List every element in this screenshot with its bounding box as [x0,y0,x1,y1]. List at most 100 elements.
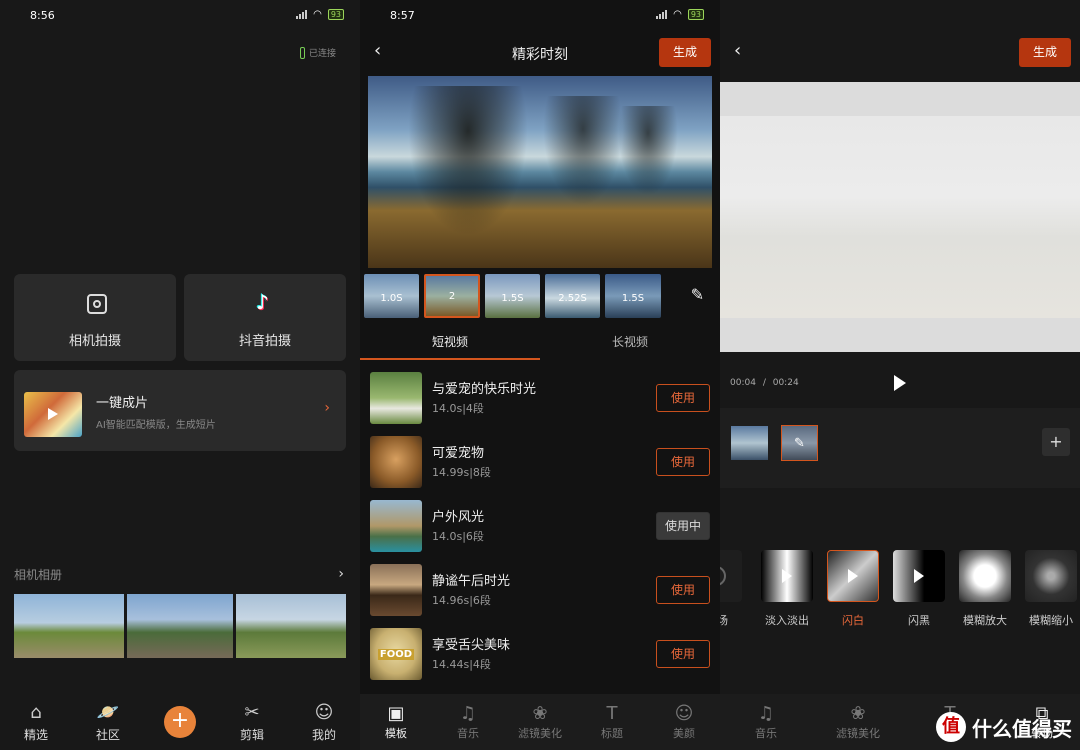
play-icon [914,569,924,583]
food-text: FOOD [377,648,415,660]
clip-thumb[interactable]: 1.0S [364,274,419,318]
nav-community[interactable]: 🪐 社区 [78,702,138,743]
bottom-nav: ⌂ 精选 🪐 社区 + ✂ 剪辑 ☺ 我的 [0,694,360,750]
transition-screen: ‹ 生成 00:04 / 00:24 ✎ + 转场 淡入淡出 闪白 闪黑 模糊放… [720,0,1080,750]
none-icon [720,566,726,586]
effect-blur-zoom-in[interactable] [959,550,1011,602]
nav-profile[interactable]: ☺ 我的 [294,702,354,743]
oneclick-thumb [24,392,82,437]
album-photo[interactable] [127,594,233,658]
effect-label: 转场 [720,614,728,627]
tab-beauty[interactable]: ☺ 美颜 [652,703,716,741]
use-button[interactable]: 使用 [656,576,710,604]
camera-shoot-card[interactable]: 相机拍摄 [14,274,176,361]
tree-silhouette [408,86,528,236]
zhi-logo-icon: 值 [936,712,966,742]
tab-title[interactable]: T标题 [580,703,644,741]
effect-transition-none[interactable] [720,550,742,602]
template-thumb: FOOD [370,628,422,680]
template-thumb [370,500,422,552]
effect-label: 闪黑 [908,614,930,627]
template-row[interactable]: FOOD 享受舌尖美味 14.44s|4段 使用 [370,628,710,684]
nav-create[interactable]: + [150,706,210,738]
template-row[interactable]: 户外风光 14.0s|6段 使用中 [370,500,710,556]
douyin-icon: ♪ [256,290,269,314]
template-row[interactable]: 静谧午后时光 14.96s|6段 使用 [370,564,710,620]
transition-slot-selected[interactable]: ✎ [781,425,818,461]
effect-flash-white[interactable] [827,550,879,602]
effect-label: 淡入淡出 [765,614,809,627]
clip-thumb[interactable]: 1.5S [485,274,540,318]
clip-strip: 1.0S 2 1.5S 2.52S 1.5S [364,274,674,318]
status-bar: 8:57 ◠ 93 [360,0,720,30]
camera-icon [87,294,107,314]
chevron-right-icon: › [324,400,330,416]
clip-thumb[interactable]: 1.5S [605,274,661,318]
template-thumb [370,436,422,488]
generate-button[interactable]: 生成 [659,38,711,67]
use-button[interactable]: 使用 [656,384,710,412]
generate-button[interactable]: 生成 [1019,38,1071,67]
album-photo[interactable] [14,594,124,658]
clip-thumb-selected[interactable]: 2 [424,274,480,318]
music-icon: ♫ [757,703,775,724]
play-icon [848,569,858,583]
album-chevron-icon[interactable]: › [338,566,344,582]
nav-featured[interactable]: ⌂ 精选 [6,702,66,743]
watermark: 值 什么值得买 [936,712,1072,742]
effect-flash-black[interactable] [893,550,945,602]
status-time: 8:56 [30,9,55,22]
album-photo[interactable] [236,594,346,658]
tab-template[interactable]: ▣ 模板 [364,703,428,741]
effect-fade[interactable] [761,550,813,602]
home-icon: ⌂ [30,701,42,723]
edit-pencil-icon[interactable]: ✎ [691,285,704,304]
in-use-button[interactable]: 使用中 [656,512,710,540]
effect-blur-zoom-out[interactable] [1025,550,1077,602]
tab-short-video[interactable]: 短视频 [360,324,540,360]
douyin-shoot-label: 抖音拍摄 [238,334,291,349]
tab-filter[interactable]: ❀ 滤镜美化 [508,703,572,741]
template-thumb [370,564,422,616]
clip-thumb[interactable]: 2.52S [545,274,600,318]
tab-music[interactable]: ♫ 音乐 [436,703,500,741]
oneclick-title: 一键成片 [96,396,149,411]
plus-icon: + [164,706,196,738]
template-row[interactable]: 与爱宠的快乐时光 14.0s|4段 使用 [370,372,710,428]
video-preview-flash[interactable] [720,82,1080,352]
filter-icon: ❀ [850,703,866,724]
highlight-screen: 8:57 ◠ 93 ‹ 精彩时刻 生成 1.0S 2 1.5S 2.52S 1.… [360,0,720,750]
signal-icon [296,10,308,19]
edit-pencil-icon: ✎ [794,435,805,451]
tab-filter[interactable]: ❀ 滤镜美化 [826,703,890,741]
album-title: 相机相册 [14,568,63,582]
douyin-shoot-card[interactable]: ♪ 抖音拍摄 [184,274,346,361]
tab-long-video[interactable]: 长视频 [540,324,720,360]
use-button[interactable]: 使用 [656,640,710,668]
effect-label: 模糊缩小 [1029,614,1073,627]
add-clip-button[interactable]: + [1042,428,1070,456]
status-bar: 8:56 ◠ 93 [0,0,360,30]
template-row[interactable]: 可爱宠物 14.99s|8段 使用 [370,436,710,492]
tree-silhouette [543,96,623,206]
tree-silhouette [618,106,678,196]
back-icon[interactable]: ‹ [734,40,741,61]
playback-time: 00:04 / 00:24 [730,378,799,388]
scissors-icon: ✂ [244,701,260,723]
face-icon: ☺ [674,703,694,724]
play-icon[interactable] [894,375,906,391]
editor-tabbar: ▣ 模板 ♫ 音乐 ❀ 滤镜美化 T 标题 ☺ 美颜 [360,694,720,750]
planet-icon: 🪐 [96,701,120,723]
timeline-area: ✎ + [720,408,1080,488]
signal-icon [656,10,668,19]
filter-icon: ❀ [532,703,548,724]
template-thumb [370,372,422,424]
status-time: 8:57 [390,9,415,22]
tab-music[interactable]: ♫ 音乐 [734,703,798,741]
video-preview[interactable] [368,76,712,268]
nav-edit[interactable]: ✂ 剪辑 [222,702,282,743]
oneclick-card[interactable]: 一键成片 AI智能匹配模版，生成短片 › [14,370,346,451]
battery-icon: 93 [327,9,344,20]
use-button[interactable]: 使用 [656,448,710,476]
timeline-clip[interactable] [731,426,768,460]
